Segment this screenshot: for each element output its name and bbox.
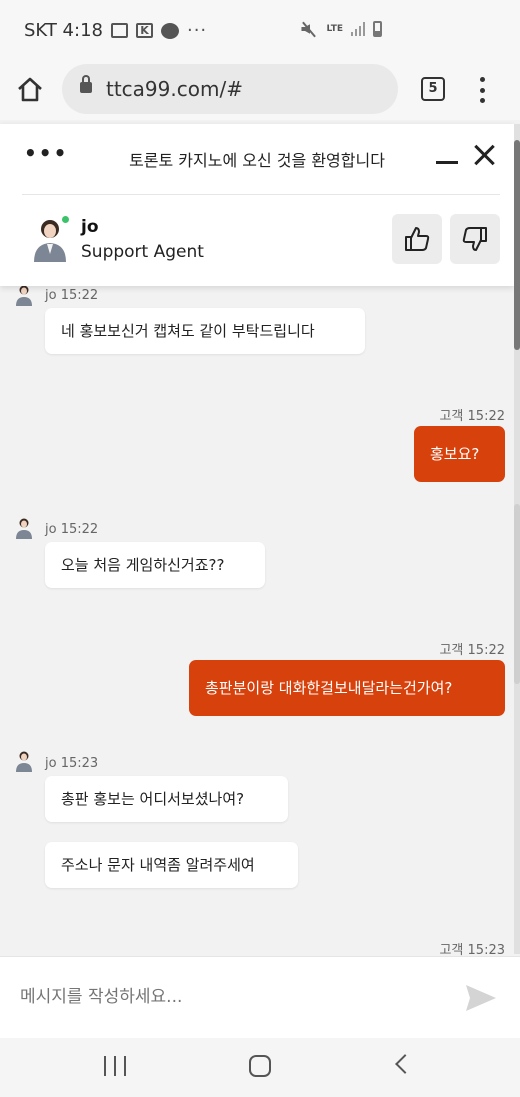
agent-message-bubble: 네 홍보보신거 캡쳐도 같이 부탁드립니다	[45, 308, 365, 354]
agent-mini-avatar	[16, 751, 32, 772]
thumbs-up-button[interactable]	[392, 214, 442, 264]
compose-bar	[0, 956, 520, 1038]
status-bar: SKT 4:18 K ··· LTE	[0, 0, 520, 62]
kakaotalk-icon	[160, 22, 179, 39]
customer-message-bubble: 총판분이랑 대화한걸보내달라는건가여?	[189, 660, 505, 716]
close-button[interactable]	[473, 144, 495, 166]
minimize-button[interactable]	[436, 161, 458, 164]
chat-title: 토론토 카지노에 오신 것을 환영합니다	[129, 151, 385, 170]
agent-mini-avatar	[16, 285, 32, 306]
browser-menu-icon[interactable]	[478, 77, 486, 103]
status-bar-right: LTE	[300, 20, 382, 38]
thumbs-down-button[interactable]	[450, 214, 500, 264]
gallery-icon	[110, 23, 128, 38]
agent-message-bubble: 주소나 문자 내역좀 알려주세여	[45, 842, 298, 888]
network-type: LTE	[326, 23, 343, 34]
recent-apps-icon[interactable]	[104, 1056, 126, 1076]
url-text: ttca99.com/#	[106, 77, 243, 101]
message-meta: jo 15:22	[45, 288, 99, 303]
agent-role: Support Agent	[81, 242, 204, 262]
agent-message-bubble: 총판 홍보는 어디서보셨나여?	[45, 776, 288, 822]
agent-message-bubble: 오늘 처음 게임하신거죠??	[45, 542, 265, 588]
message-meta: 고객 15:22	[439, 409, 505, 424]
scrollbar-track-highlight	[514, 504, 520, 684]
carrier-time: SKT 4:18	[24, 20, 103, 41]
thumbs-down-icon	[462, 227, 487, 251]
tab-switcher-button[interactable]: 5	[421, 77, 445, 101]
message-meta: 고객 15:22	[439, 643, 505, 658]
nav-home-icon[interactable]	[249, 1055, 271, 1077]
more-notifications-icon: ···	[186, 20, 208, 41]
scrollbar-thumb[interactable]	[514, 140, 520, 350]
chat-header: ••• 토론토 카지노에 오신 것을 환영합니다 jo Support Agen…	[0, 124, 514, 286]
agent-name: jo	[81, 217, 99, 237]
home-icon[interactable]	[16, 75, 44, 103]
signal-icon	[351, 22, 365, 36]
lock-icon	[80, 75, 92, 93]
thumbs-up-icon	[405, 227, 430, 251]
status-bar-left: SKT 4:18 K ···	[24, 20, 207, 41]
browser-toolbar: ttca99.com/# 5	[0, 62, 520, 120]
k-app-icon: K	[135, 23, 153, 38]
back-icon[interactable]	[395, 1054, 415, 1074]
chat-scrollbar[interactable]	[514, 124, 520, 954]
message-meta: jo 15:23	[45, 756, 99, 771]
message-input[interactable]	[20, 987, 440, 1007]
agent-mini-avatar	[16, 518, 32, 539]
system-nav-bar	[0, 1038, 520, 1097]
address-bar[interactable]: ttca99.com/#	[62, 64, 398, 114]
online-status-indicator	[60, 214, 71, 225]
battery-icon	[373, 21, 382, 37]
send-icon[interactable]	[464, 983, 498, 1013]
mute-icon	[300, 20, 318, 38]
message-meta: jo 15:22	[45, 522, 99, 537]
header-divider	[22, 194, 500, 195]
customer-message-bubble: 홍보요?	[414, 426, 505, 482]
